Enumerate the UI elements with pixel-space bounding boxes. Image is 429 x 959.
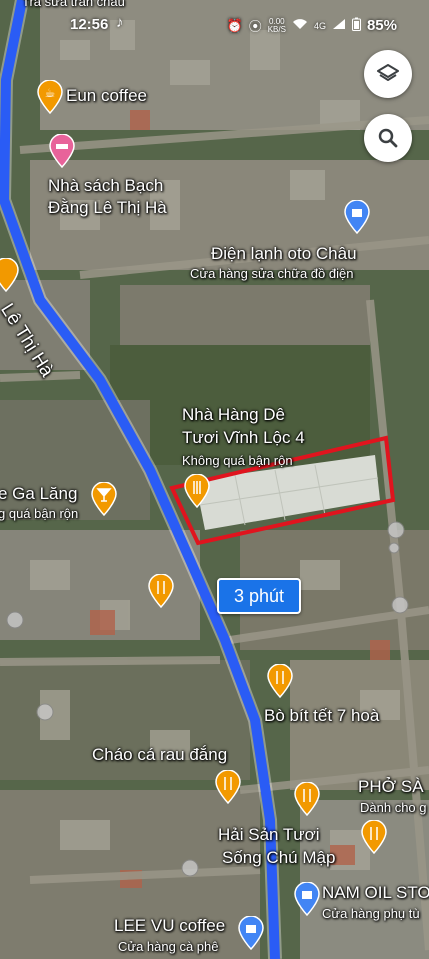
place-label-lee-vu[interactable]: LEE VU coffee [114, 916, 225, 936]
bar-pin[interactable] [90, 482, 118, 516]
route-duration-badge[interactable]: 3 phút [217, 578, 301, 614]
shopping-pin[interactable] [343, 200, 371, 234]
place-label-chao-ca[interactable]: Cháo cá rau đắng [92, 745, 227, 765]
signal-icon [332, 18, 346, 33]
place-label-nha-hang-1[interactable]: Nhà Hàng Dê [182, 405, 285, 425]
battery-level: 85% [366, 17, 397, 34]
restaurant-pin[interactable] [214, 770, 242, 804]
search-icon [378, 128, 398, 148]
layers-button[interactable] [364, 50, 412, 98]
restaurant-pin[interactable] [0, 258, 20, 292]
place-sublabel-ga-lang: g quá bận rộn [0, 506, 79, 521]
battery-icon [351, 17, 361, 34]
place-label-hai-san-2[interactable]: Sống Chú Mập [222, 848, 335, 868]
signal-label: 4G [313, 20, 326, 31]
place-label-eun-coffee[interactable]: Eun coffee [66, 86, 147, 106]
status-time: 12:56 [70, 16, 109, 33]
place-label-pho[interactable]: PHỞ SÀ [358, 777, 424, 797]
place-label-bookstore-1[interactable]: Nhà sách Bạch [48, 176, 163, 196]
alarm-icon: ⏰ [226, 17, 243, 33]
restaurant-pin[interactable] [183, 474, 211, 508]
hotel-pin[interactable] [48, 134, 76, 168]
place-label-bo-bit-tet[interactable]: Bò bít tết 7 hoà [264, 706, 379, 726]
place-sublabel-pho: Dành cho g [360, 800, 427, 815]
restaurant-pin[interactable] [293, 782, 321, 816]
location-icon: ⦿ [248, 19, 262, 34]
place-label-top[interactable]: Trà sữa trân châu [22, 0, 125, 9]
shopping-pin[interactable] [237, 916, 265, 950]
search-button[interactable] [364, 114, 412, 162]
urban-block [120, 285, 370, 345]
place-sublabel-nha-hang: Không quá bận rộn [182, 453, 293, 468]
place-label-ga-lang[interactable]: e Ga Lăng [0, 484, 77, 504]
shopping-pin[interactable] [293, 882, 321, 916]
restaurant-pin[interactable] [147, 574, 175, 608]
route-duration-text: 3 phút [233, 585, 285, 606]
restaurant-pin[interactable]: ☕ [36, 80, 64, 114]
tiktok-icon: ♪ [116, 14, 124, 31]
network-speed: 0.00 KB/S [267, 16, 286, 34]
restaurant-pin[interactable] [266, 664, 294, 698]
place-label-dien-lanh[interactable]: Điện lạnh oto Châu [211, 244, 357, 264]
place-label-nha-hang-2[interactable]: Tươi Vĩnh Lộc 4 [182, 428, 305, 448]
place-label-nam-oil[interactable]: NAM OIL STO [322, 883, 429, 903]
place-sublabel-nam-oil: Cửa hàng phụ tù [322, 906, 420, 921]
restaurant-pin[interactable] [360, 820, 388, 854]
svg-text:☕: ☕ [45, 86, 56, 100]
place-label-hai-san-1[interactable]: Hải Sản Tươi [218, 825, 320, 845]
layers-icon [377, 64, 399, 81]
status-icons: ⏰ ⦿ 0.00 KB/S 4G 85% [227, 16, 397, 35]
place-sublabel-dien-lanh: Cửa hàng sửa chữa đồ điện [190, 266, 354, 281]
place-label-bookstore-2[interactable]: Đằng Lê Thị Hà [48, 198, 167, 218]
place-sublabel-lee-vu: Cửa hàng cà phê [118, 939, 219, 954]
wifi-icon [292, 18, 308, 33]
